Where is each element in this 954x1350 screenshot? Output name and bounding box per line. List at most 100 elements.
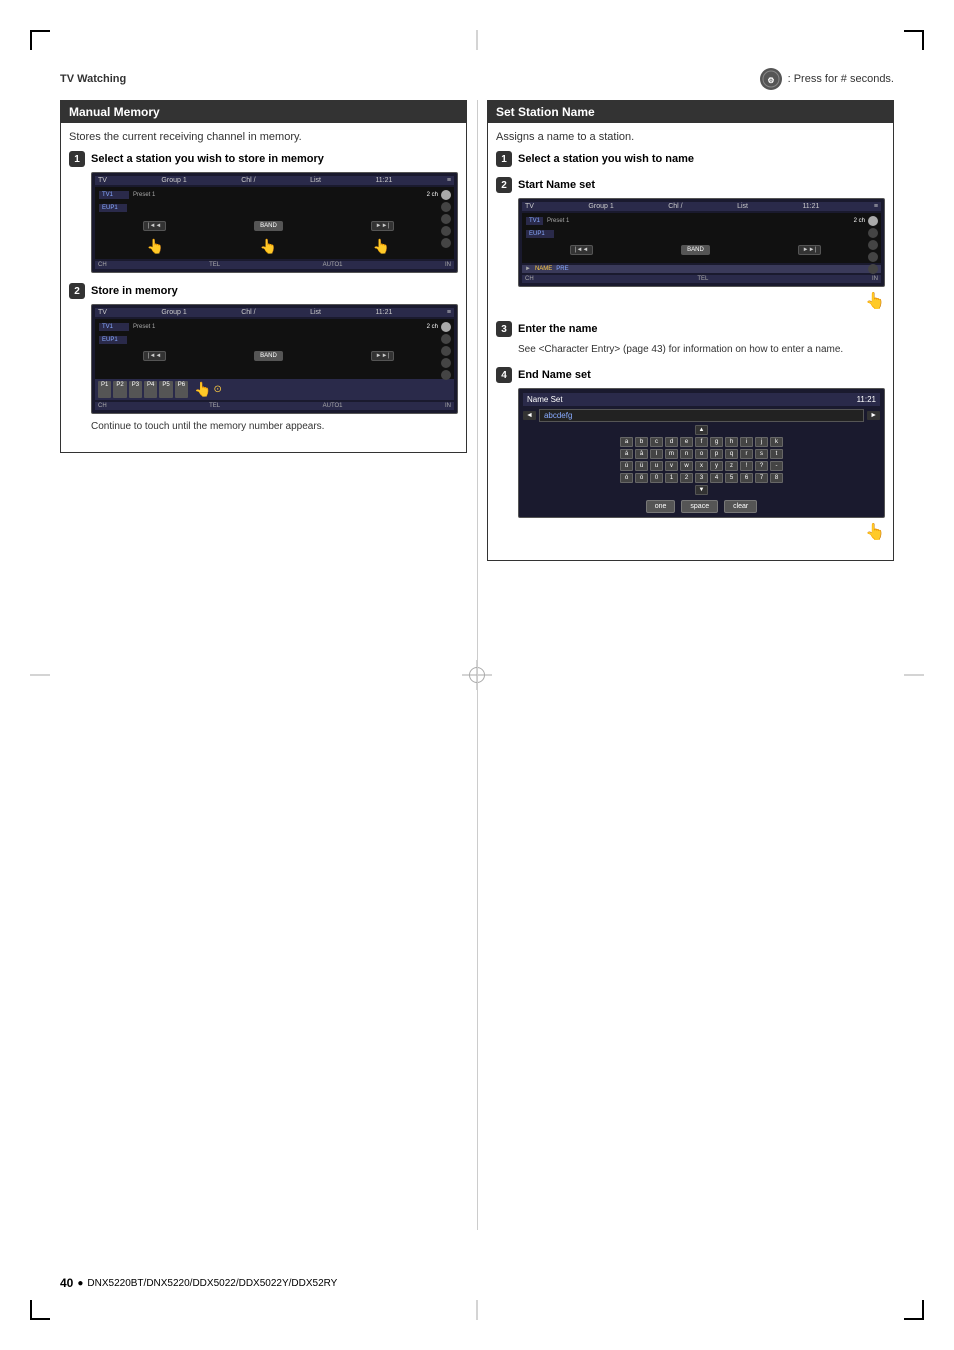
- main-content: Manual Memory Stores the current receivi…: [60, 100, 894, 573]
- page-title: TV Watching: [60, 73, 126, 85]
- footer-bullet: ●: [77, 1278, 83, 1289]
- kb-key-w[interactable]: w: [680, 461, 693, 471]
- name-set-one-btn[interactable]: one: [646, 500, 676, 513]
- step-2-name-number: 2: [496, 177, 512, 193]
- kb-key-q2[interactable]: ?: [755, 461, 768, 471]
- step-3-desc: See <Character Entry> (page 43) for info…: [518, 343, 885, 357]
- kb-key-h[interactable]: h: [725, 437, 738, 447]
- tv-ch-1: ≡: [447, 177, 451, 184]
- kb-key-t[interactable]: t: [770, 449, 783, 459]
- kb-key-sp5[interactable]: ó: [620, 473, 633, 483]
- tv-p3[interactable]: P3: [129, 381, 142, 398]
- kb-key-0[interactable]: 0: [650, 473, 663, 483]
- tv-next-btn-1[interactable]: ►►|: [371, 221, 394, 231]
- kb-down-btn[interactable]: ▼: [695, 485, 709, 495]
- tv-next-btn-2[interactable]: ►►|: [371, 351, 394, 361]
- kb-key-r[interactable]: r: [740, 449, 753, 459]
- kb-key-u[interactable]: u: [650, 461, 663, 471]
- set-station-name-section: Set Station Name Assigns a name to a sta…: [487, 100, 894, 573]
- crosshair-right: [904, 675, 924, 676]
- kb-key-7[interactable]: 7: [755, 473, 768, 483]
- kb-key-8[interactable]: 8: [770, 473, 783, 483]
- kb-key-4[interactable]: 4: [710, 473, 723, 483]
- name-set-time: 11:21: [857, 395, 876, 404]
- kb-key-2[interactable]: 2: [680, 473, 693, 483]
- name-set-nav-right[interactable]: ►: [867, 411, 880, 420]
- tv-right-icons-n1: [868, 216, 878, 274]
- tv-p6[interactable]: P6: [175, 381, 188, 398]
- tv-p1[interactable]: P1: [98, 381, 111, 398]
- tv-name-btn[interactable]: NAME: [535, 266, 552, 272]
- tv-p4[interactable]: P4: [144, 381, 157, 398]
- kb-key-j[interactable]: j: [755, 437, 768, 447]
- name-set-space-btn[interactable]: space: [681, 500, 718, 513]
- kb-key-6[interactable]: 6: [740, 473, 753, 483]
- tv-prev-btn-2[interactable]: |◄◄: [143, 351, 166, 361]
- hand-icon-end: 👆: [865, 524, 885, 541]
- kb-key-n[interactable]: n: [680, 449, 693, 459]
- name-set-title: Name Set: [527, 395, 563, 404]
- kb-key-5[interactable]: 5: [725, 473, 738, 483]
- tv-p5[interactable]: P5: [159, 381, 172, 398]
- tv-n1-icon-a: [868, 216, 878, 226]
- kb-key-q[interactable]: q: [725, 449, 738, 459]
- tv-p2[interactable]: P2: [113, 381, 126, 398]
- tv-icon-2c: [441, 346, 451, 356]
- kb-key-b[interactable]: b: [635, 437, 648, 447]
- kb-row-1: a b c d e f g h i j: [523, 437, 880, 447]
- kb-up-btn[interactable]: ▲: [695, 425, 709, 435]
- kb-key-sp6[interactable]: ö: [635, 473, 648, 483]
- tv-icon-2a: [441, 322, 451, 332]
- kb-key-x[interactable]: x: [695, 461, 708, 471]
- kb-key-1[interactable]: 1: [665, 473, 678, 483]
- kb-key-sp3[interactable]: ú: [620, 461, 633, 471]
- kb-key-sp4[interactable]: ü: [635, 461, 648, 471]
- hand-icon-name: 👆: [865, 293, 885, 310]
- tv-prev-btn-1[interactable]: |◄◄: [143, 221, 166, 231]
- step-2-number: 2: [69, 283, 85, 299]
- tv-screen-name-1: TV Group 1 Chl / List 11:21 ≡ TV1 Pre: [518, 198, 885, 287]
- kb-key-g[interactable]: g: [710, 437, 723, 447]
- kb-key-l[interactable]: l: [650, 449, 663, 459]
- step-1-name-number: 1: [496, 151, 512, 167]
- kb-key-sp2[interactable]: â: [635, 449, 648, 459]
- tv-n1-label: TV: [525, 203, 534, 210]
- tv-tel-1: TEL: [209, 262, 220, 268]
- kb-key-sp1[interactable]: á: [620, 449, 633, 459]
- header-right: ⚙ : Press for # seconds.: [760, 68, 894, 90]
- name-set-input-field[interactable]: abcdefg: [539, 409, 864, 422]
- kb-key-o[interactable]: o: [695, 449, 708, 459]
- kb-key-z[interactable]: z: [725, 461, 738, 471]
- tv-pre-btn[interactable]: PRE: [556, 266, 568, 272]
- kb-key-m[interactable]: m: [665, 449, 678, 459]
- kb-key-exc[interactable]: !: [740, 461, 753, 471]
- tv-n1-list: List: [737, 203, 748, 210]
- tv-n1-next[interactable]: ►►|: [798, 245, 821, 255]
- tv-ch-info-2: 2 ch: [427, 324, 438, 330]
- tv-channel-bar-2: TV1: [99, 323, 129, 331]
- corner-mark-tr: [904, 30, 924, 50]
- tv-n1-in: IN: [872, 276, 878, 282]
- kb-key-3[interactable]: 3: [695, 473, 708, 483]
- kb-key-s[interactable]: s: [755, 449, 768, 459]
- kb-key-d[interactable]: d: [665, 437, 678, 447]
- tv-n1-band[interactable]: BAND: [681, 245, 710, 255]
- step-1-number: 1: [69, 151, 85, 167]
- name-set-clear-btn[interactable]: clear: [724, 500, 757, 513]
- kb-key-i[interactable]: i: [740, 437, 753, 447]
- name-set-nav-left[interactable]: ◄: [523, 411, 536, 420]
- kb-key-k[interactable]: k: [770, 437, 783, 447]
- tv-band-btn-2[interactable]: BAND: [254, 351, 283, 361]
- tv-band-btn-1[interactable]: BAND: [254, 221, 283, 231]
- tv-n1-prev[interactable]: |◄◄: [570, 245, 593, 255]
- kb-key-a[interactable]: a: [620, 437, 633, 447]
- kb-key-dash[interactable]: -: [770, 461, 783, 471]
- corner-mark-br: [904, 1300, 924, 1320]
- kb-key-y[interactable]: y: [710, 461, 723, 471]
- kb-key-v[interactable]: v: [665, 461, 678, 471]
- kb-key-f[interactable]: f: [695, 437, 708, 447]
- kb-key-c[interactable]: c: [650, 437, 663, 447]
- kb-key-p[interactable]: p: [710, 449, 723, 459]
- kb-key-e[interactable]: e: [680, 437, 693, 447]
- tv-label-1: TV: [98, 177, 107, 184]
